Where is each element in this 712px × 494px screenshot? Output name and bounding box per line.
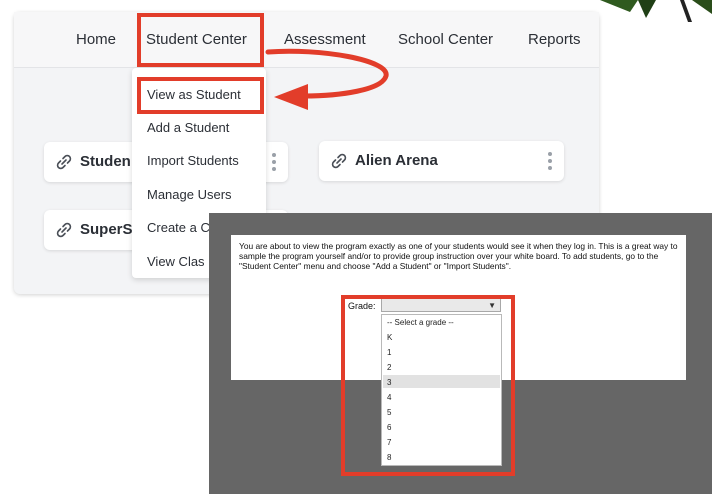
card-label: SuperS [80,221,133,238]
highlight-box-grade-list [341,295,515,476]
menu-item-create-class[interactable]: Create a C [147,220,210,235]
kebab-menu-icon[interactable] [272,153,276,173]
link-icon [56,154,72,170]
highlight-box-view-as-student [137,77,264,114]
link-icon [56,222,72,238]
kebab-menu-icon[interactable] [548,152,552,172]
link-icon [331,153,347,169]
annotation-arrow [265,48,389,110]
menu-item-view-classes[interactable]: View Clas [147,254,205,269]
menu-item-add-student[interactable]: Add a Student [147,120,229,135]
menu-item-manage-users[interactable]: Manage Users [147,187,232,202]
modal-message: You are about to view the program exactl… [239,241,678,271]
highlight-box-student-center [137,13,264,67]
nav-school-center[interactable]: School Center [398,31,493,48]
nav-home[interactable]: Home [76,31,116,48]
program-card-alien-arena[interactable]: Alien Arena [319,141,564,181]
nav-reports[interactable]: Reports [528,31,581,48]
card-label: Studen [80,153,131,170]
menu-item-import-students[interactable]: Import Students [147,153,239,168]
card-label: Alien Arena [355,152,438,169]
